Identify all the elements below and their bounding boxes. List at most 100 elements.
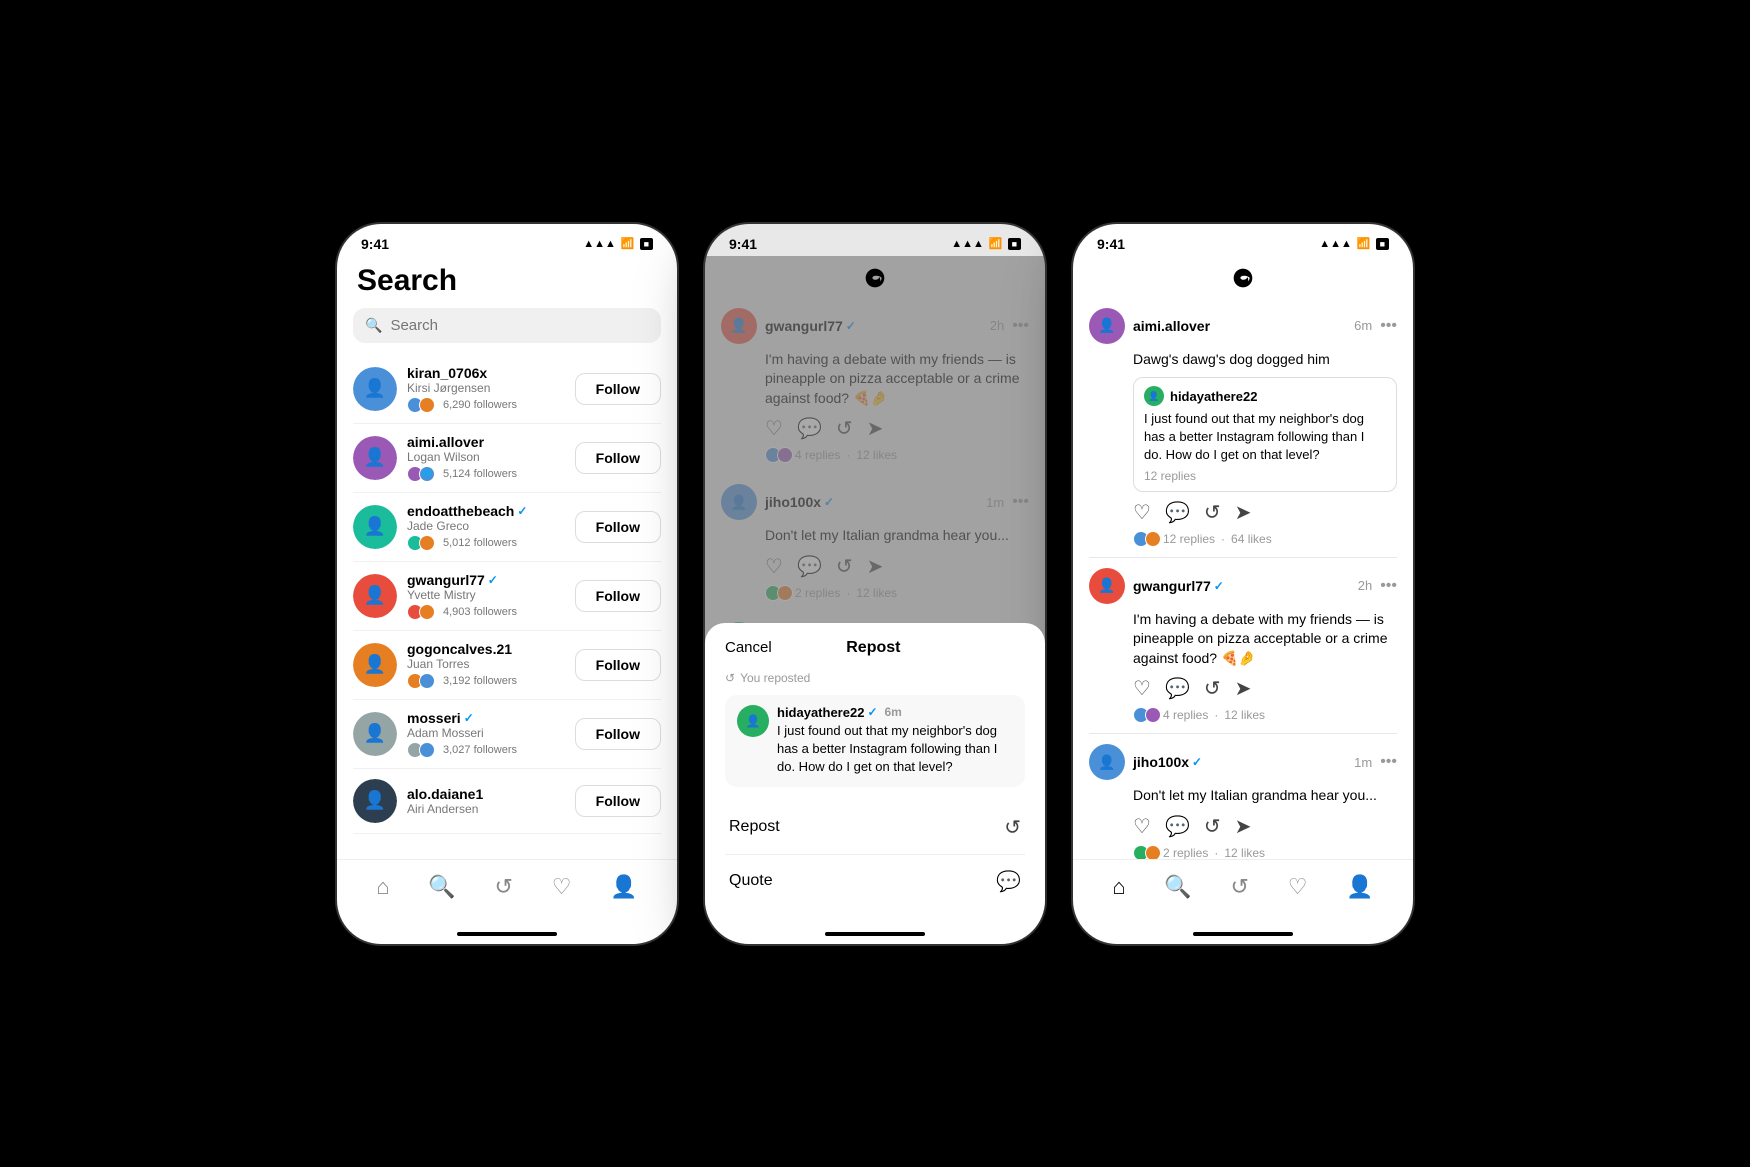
modal-post-avatar: 👤 (737, 705, 769, 737)
modal-sheet: Cancel Repost ↺ You reposted 👤 hidayathe… (705, 623, 1045, 924)
status-icons-3: ▲▲▲ 📶 ■ (1319, 237, 1389, 250)
modal-title: Repost (846, 639, 900, 657)
more-dots-icon[interactable]: ••• (1380, 317, 1397, 335)
search-icon: 🔍 (365, 317, 382, 334)
follower-count: 6,290 followers (443, 399, 517, 411)
share-icon[interactable]: ➤ (1235, 500, 1252, 525)
user-followers: 🌐 5,124 followers (407, 466, 565, 482)
user-followers: 6,290 followers (407, 397, 565, 413)
username: endoatthebeach ✓ (407, 503, 565, 519)
follow-button[interactable]: Follow (575, 442, 661, 474)
feed-page-2: 👤 gwangurl77 ✓ 2h ••• I'm having a d (705, 256, 1045, 944)
bottom-nav-3: ⌂ 🔍 ↺ ♡ 👤 (1073, 859, 1413, 924)
user-handle: Logan Wilson (407, 450, 565, 464)
nav-likes-icon[interactable]: ♡ (1280, 870, 1316, 904)
search-input[interactable] (390, 317, 649, 334)
avatar: 👤 (353, 367, 397, 411)
follower-count: 3,027 followers (443, 744, 517, 756)
list-item: 👤 alo.daiane1 Airi Andersen Follow (353, 769, 661, 834)
home-indicator (337, 924, 677, 944)
like-icon[interactable]: ♡ (1133, 500, 1151, 525)
nav-search-icon[interactable]: 🔍 (420, 870, 463, 904)
nav-search-icon[interactable]: 🔍 (1156, 870, 1199, 904)
avatar-circle: 👤 (353, 367, 397, 411)
post-username-wrap: aimi.allover (1133, 318, 1346, 334)
avatar: 👤 (353, 643, 397, 687)
user-info: mosseri ✓ Adam Mosseri 3,027 followers (407, 710, 565, 758)
search-input-wrap[interactable]: 🔍 (353, 308, 661, 343)
user-info: gwangurl77 ✓ Yvette Mistry 4,903 followe… (407, 572, 565, 620)
home-bar-2 (825, 932, 925, 936)
home-indicator-3 (1073, 924, 1413, 944)
like-icon[interactable]: ♡ (1133, 676, 1151, 701)
post-header: 👤 jiho100x ✓ 1m ••• (1089, 744, 1397, 780)
follow-button[interactable]: Follow (575, 718, 661, 750)
repost-action-icon: ↺ (1004, 815, 1021, 840)
share-icon[interactable]: ➤ (1235, 676, 1252, 701)
nav-home-icon[interactable]: ⌂ (368, 870, 397, 904)
more-dots-icon[interactable]: ••• (1380, 577, 1397, 595)
modal-repost-action[interactable]: Repost ↺ (725, 801, 1025, 855)
you-reposted: ↺ You reposted (725, 671, 1025, 685)
avatar-circle: 👤 (353, 505, 397, 549)
follow-button[interactable]: Follow (575, 580, 661, 612)
username-text: gwangurl77 ✓ (1133, 578, 1350, 594)
modal-overlay[interactable]: Cancel Repost ↺ You reposted 👤 hidayathe… (705, 256, 1045, 944)
post-meta: 6m ••• (1354, 317, 1397, 335)
post-item: 👤 jiho100x ✓ 1m ••• Don't let my Ita (1089, 734, 1397, 858)
quote-content: I just found out that my neighbor's dog … (1144, 410, 1386, 465)
follower-avatars (407, 535, 431, 551)
nav-compose-icon[interactable]: ↺ (487, 870, 521, 904)
nav-home-icon[interactable]: ⌂ (1104, 870, 1133, 904)
verified-badge: ✓ (867, 705, 877, 719)
avatar: 👤 (353, 574, 397, 618)
feed-scroll-3: 👤 aimi.allover 6m ••• Dawg's dawg's dog … (1073, 298, 1413, 859)
modal-header: Cancel Repost (725, 639, 1025, 657)
phones-container: 9:41 ▲▲▲ 📶 ■ Search 🔍 👤 (337, 224, 1413, 944)
nav-profile-icon[interactable]: 👤 (602, 870, 645, 904)
repost-icon[interactable]: ↺ (1204, 676, 1221, 701)
modal-quote-action[interactable]: Quote 💬 (725, 855, 1025, 908)
list-item: 👤 gwangurl77 ✓ Yvette Mistry (353, 562, 661, 631)
status-bar-3: 9:41 ▲▲▲ 📶 ■ (1073, 224, 1413, 256)
post-item: 👤 gwangurl77 ✓ 2h ••• I'm having a d (1089, 558, 1397, 735)
user-info: endoatthebeach ✓ Jade Greco 5,012 follow… (407, 503, 565, 551)
search-page: Search 🔍 👤 kiran_0706x Kirsi Jørgensen (337, 256, 677, 924)
user-info: aimi.allover Logan Wilson 🌐 5,124 follow… (407, 434, 565, 482)
list-item: 👤 aimi.allover Logan Wilson 🌐 5,12 (353, 424, 661, 493)
follower-count: 3,192 followers (443, 675, 517, 687)
post-username-wrap: gwangurl77 ✓ (1133, 578, 1350, 594)
follow-button[interactable]: Follow (575, 511, 661, 543)
repost-icon[interactable]: ↺ (1204, 500, 1221, 525)
more-dots-icon[interactable]: ••• (1380, 753, 1397, 771)
repost-icon[interactable]: ↺ (1204, 814, 1221, 839)
share-icon[interactable]: ➤ (1235, 814, 1252, 839)
follow-button[interactable]: Follow (575, 373, 661, 405)
comment-icon[interactable]: 💬 (1165, 676, 1190, 701)
user-followers: 3,027 followers (407, 742, 565, 758)
comment-icon[interactable]: 💬 (1165, 814, 1190, 839)
avatar: 👤 (353, 436, 397, 480)
quote-username: hidayathere22 (1170, 389, 1257, 404)
like-icon[interactable]: ♡ (1133, 814, 1151, 839)
nav-profile-icon[interactable]: 👤 (1338, 870, 1381, 904)
post-meta: 2h ••• (1358, 577, 1397, 595)
post-actions: ♡ 💬 ↺ ➤ (1089, 676, 1397, 701)
nav-compose-icon[interactable]: ↺ (1223, 870, 1257, 904)
username-text: aimi.allover (1133, 318, 1346, 334)
comment-icon[interactable]: 💬 (1165, 500, 1190, 525)
nav-likes-icon[interactable]: ♡ (544, 870, 580, 904)
list-item: 👤 kiran_0706x Kirsi Jørgensen 6,29 (353, 355, 661, 424)
avatar: 👤 (353, 779, 397, 823)
follow-button[interactable]: Follow (575, 785, 661, 817)
signal-icon: ▲▲▲ (951, 238, 984, 250)
quote-label: Quote (729, 872, 773, 890)
wifi-icon: 📶 (621, 237, 635, 250)
phone-feed-modal: 9:41 ▲▲▲ 📶 ■ 👤 (705, 224, 1045, 944)
follow-button[interactable]: Follow (575, 649, 661, 681)
quote-header: 👤 hidayathere22 (1144, 386, 1386, 406)
user-handle: Adam Mosseri (407, 726, 565, 740)
modal-cancel-button[interactable]: Cancel (725, 639, 772, 656)
post-avatar: 👤 (1089, 308, 1125, 344)
quote-block: 👤 hidayathere22 I just found out that my… (1133, 377, 1397, 492)
